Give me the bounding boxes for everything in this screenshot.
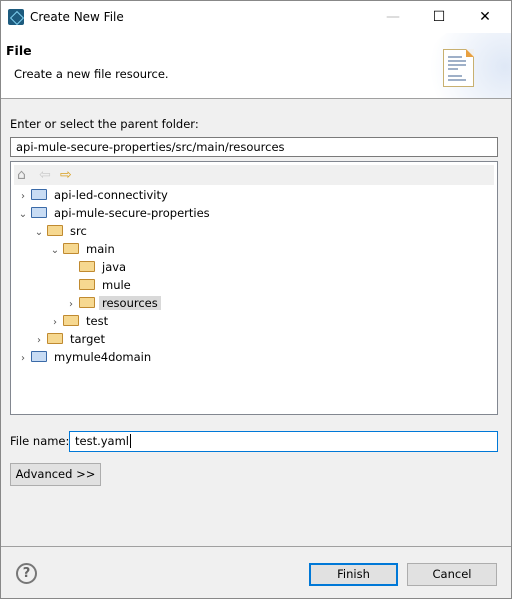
- tree-item[interactable]: › test: [49, 312, 111, 330]
- project-folder-icon: [31, 351, 47, 362]
- tree-item[interactable]: › target: [33, 330, 108, 348]
- tree-item[interactable]: ⌄ src: [33, 222, 90, 240]
- tree-item-label: resources: [99, 296, 161, 310]
- folder-icon: [79, 261, 95, 272]
- window-title: Create New File: [30, 10, 124, 24]
- chevron-down-icon[interactable]: ⌄: [17, 206, 29, 224]
- app-icon: [8, 9, 24, 25]
- finish-button[interactable]: Finish: [309, 563, 398, 586]
- folder-icon: [63, 315, 79, 326]
- cancel-button[interactable]: Cancel: [407, 563, 497, 586]
- tree-item-label: java: [102, 260, 127, 274]
- file-icon: [443, 49, 474, 87]
- page-description: Create a new file resource.: [14, 67, 169, 81]
- tree-item-label: api-led-connectivity: [54, 188, 168, 202]
- parent-folder-label: Enter or select the parent folder:: [10, 117, 199, 131]
- parent-folder-input[interactable]: api-mule-secure-properties/src/main/reso…: [10, 137, 498, 157]
- page-title: File: [6, 43, 32, 58]
- tree-item-label: test: [86, 314, 109, 328]
- divider: [1, 546, 511, 547]
- chevron-right-icon[interactable]: ›: [17, 350, 29, 368]
- home-icon[interactable]: ⌂: [17, 167, 26, 183]
- folder-icon: [79, 279, 95, 290]
- title-bar: Create New File — ☐ ✕: [1, 1, 511, 33]
- tree-item-label: src: [70, 224, 87, 238]
- tree-toolbar: ⌂ ⇦ ⇨: [14, 165, 494, 185]
- tree-item[interactable]: ⌄ api-mule-secure-properties: [17, 204, 213, 222]
- folder-icon: [63, 243, 79, 254]
- tree-item[interactable]: › mymule4domain: [17, 348, 154, 366]
- tree-item-label: api-mule-secure-properties: [54, 206, 210, 220]
- tree-item[interactable]: › resources: [65, 294, 161, 312]
- tree-item[interactable]: › api-led-connectivity: [17, 186, 171, 204]
- minimize-icon[interactable]: —: [370, 5, 416, 29]
- project-folder-icon: [31, 189, 47, 200]
- tree-item-label: target: [70, 332, 105, 346]
- close-icon[interactable]: ✕: [462, 5, 508, 29]
- tree-item[interactable]: ⌄ main: [49, 240, 118, 258]
- back-icon[interactable]: ⇦: [39, 167, 51, 183]
- forward-icon[interactable]: ⇨: [60, 167, 72, 183]
- folder-icon: [79, 297, 95, 308]
- tree-item[interactable]: mule: [65, 276, 134, 294]
- project-folder-icon: [31, 207, 47, 218]
- folder-icon: [47, 225, 63, 236]
- chevron-down-icon[interactable]: ⌄: [33, 224, 45, 242]
- tree-item-label: mymule4domain: [54, 350, 152, 364]
- tree-item-label: mule: [102, 278, 131, 292]
- file-name-input[interactable]: test.yaml: [69, 431, 498, 452]
- advanced-button[interactable]: Advanced >>: [10, 463, 101, 486]
- folder-tree[interactable]: ⌂ ⇦ ⇨ › api-led-connectivity ⌄ api-mule-sec…: [10, 161, 498, 415]
- tree-item-label: main: [86, 242, 115, 256]
- wizard-header: File Create a new file resource.: [1, 33, 511, 99]
- file-name-value: test.yaml: [75, 434, 129, 448]
- chevron-down-icon[interactable]: ⌄: [49, 242, 61, 260]
- folder-icon: [47, 333, 63, 344]
- help-icon[interactable]: ?: [16, 563, 37, 584]
- tree-item[interactable]: java: [65, 258, 129, 276]
- maximize-icon[interactable]: ☐: [416, 5, 462, 29]
- text-cursor: [130, 434, 131, 448]
- file-name-label: File name:: [10, 434, 70, 448]
